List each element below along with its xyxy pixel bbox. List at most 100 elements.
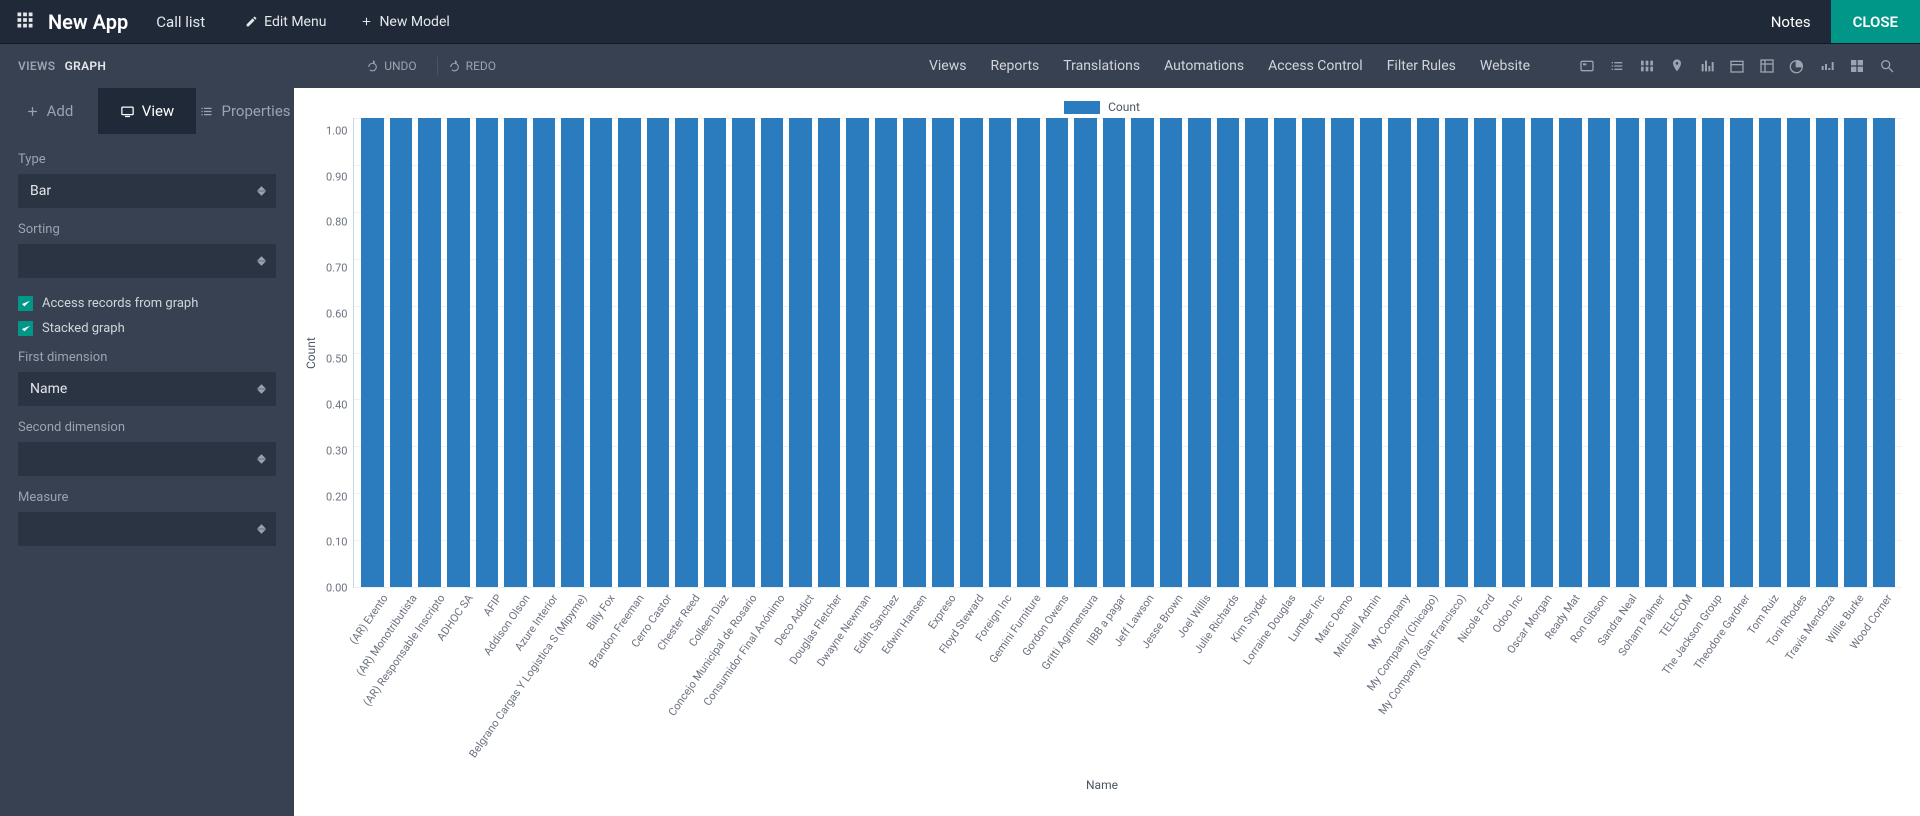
map-icon[interactable]	[1669, 58, 1685, 74]
bar[interactable]	[1103, 118, 1126, 587]
menu-access-control[interactable]: Access Control	[1268, 58, 1363, 74]
bar[interactable]	[590, 118, 613, 587]
bar[interactable]	[561, 118, 584, 587]
kanban-icon[interactable]	[1639, 58, 1655, 74]
crumb-views[interactable]: VIEWS	[18, 59, 55, 73]
bar[interactable]	[1588, 118, 1611, 587]
bar[interactable]	[1360, 118, 1383, 587]
bar[interactable]	[818, 118, 841, 587]
graph-icon[interactable]	[1699, 58, 1715, 74]
tab-add[interactable]: Add	[0, 88, 98, 134]
bar[interactable]	[1531, 118, 1554, 587]
bar[interactable]	[960, 118, 983, 587]
notes-button[interactable]: Notes	[1751, 0, 1831, 43]
bar[interactable]	[647, 118, 670, 587]
bar[interactable]	[1302, 118, 1325, 587]
bar[interactable]	[1188, 118, 1211, 587]
bar[interactable]	[1787, 118, 1810, 587]
bar[interactable]	[1702, 118, 1725, 587]
bar[interactable]	[533, 118, 556, 587]
bar[interactable]	[418, 118, 441, 587]
bar[interactable]	[361, 118, 384, 587]
bar[interactable]	[1017, 118, 1040, 587]
bar[interactable]	[390, 118, 413, 587]
chart-legend[interactable]: Count	[302, 100, 1902, 114]
stacked-graph-checkbox[interactable]: Stacked graph	[18, 321, 276, 336]
topbar: New App Call list Edit Menu New Model No…	[0, 0, 1920, 44]
bar[interactable]	[903, 118, 926, 587]
access-records-checkbox[interactable]: Access records from graph	[18, 296, 276, 311]
bar[interactable]	[846, 118, 869, 587]
bar[interactable]	[1559, 118, 1582, 587]
bar[interactable]	[1046, 118, 1069, 587]
menu-filter-rules[interactable]: Filter Rules	[1387, 58, 1456, 74]
bar[interactable]	[1844, 118, 1867, 587]
bar[interactable]	[1245, 118, 1268, 587]
second-dimension-select[interactable]	[18, 442, 276, 476]
redo-button[interactable]: REDO	[448, 59, 496, 73]
new-model-button[interactable]: New Model	[360, 14, 449, 30]
bar[interactable]	[1873, 118, 1896, 587]
plot-area[interactable]	[353, 118, 1902, 588]
bar[interactable]	[504, 118, 527, 587]
apps-icon[interactable]	[16, 11, 48, 33]
menu-website[interactable]: Website	[1480, 58, 1530, 74]
bar[interactable]	[618, 118, 641, 587]
bar[interactable]	[1131, 118, 1154, 587]
bar[interactable]	[1074, 118, 1097, 587]
bar[interactable]	[1502, 118, 1525, 587]
bar[interactable]	[1730, 118, 1753, 587]
bar[interactable]	[675, 118, 698, 587]
calendar-icon[interactable]	[1729, 58, 1745, 74]
x-tick: Cerro Castor	[653, 588, 675, 788]
bar[interactable]	[1217, 118, 1240, 587]
bar[interactable]	[476, 118, 499, 587]
measure-select[interactable]	[18, 512, 276, 546]
tab-properties[interactable]: Properties	[196, 88, 294, 134]
undo-button[interactable]: UNDO	[366, 59, 416, 73]
menu-views[interactable]: Views	[929, 58, 967, 74]
x-tick: TELECOM	[1674, 588, 1696, 788]
bar[interactable]	[447, 118, 470, 587]
bar[interactable]	[1331, 118, 1354, 587]
y-axis-title: Count	[302, 118, 320, 588]
edit-menu-button[interactable]: Edit Menu	[245, 14, 326, 30]
list-icon[interactable]	[1609, 58, 1625, 74]
bar[interactable]	[761, 118, 784, 587]
tab-view[interactable]: View	[98, 88, 196, 134]
menu-automations[interactable]: Automations	[1164, 58, 1244, 74]
bar[interactable]	[1160, 118, 1183, 587]
grid-icon[interactable]	[1849, 58, 1865, 74]
bar[interactable]	[875, 118, 898, 587]
first-dimension-select[interactable]: Name	[18, 372, 276, 406]
bar[interactable]	[932, 118, 955, 587]
bar[interactable]	[1759, 118, 1782, 587]
bar[interactable]	[1645, 118, 1668, 587]
search-icon[interactable]	[1879, 58, 1895, 74]
menu-reports[interactable]: Reports	[990, 58, 1039, 74]
bar[interactable]	[1816, 118, 1839, 587]
pivot-icon[interactable]	[1759, 58, 1775, 74]
type-select[interactable]: Bar	[18, 174, 276, 208]
close-button[interactable]: CLOSE	[1831, 0, 1920, 43]
bar[interactable]	[1388, 118, 1411, 587]
bar[interactable]	[1673, 118, 1696, 587]
bar[interactable]	[1616, 118, 1639, 587]
bar[interactable]	[704, 118, 727, 587]
form-view-icon[interactable]	[1579, 58, 1595, 74]
menu-translations[interactable]: Translations	[1063, 58, 1140, 74]
dashboard-icon[interactable]	[1789, 58, 1805, 74]
cohort-icon[interactable]	[1819, 58, 1835, 74]
page-title[interactable]: Call list	[156, 13, 205, 31]
sorting-select[interactable]	[18, 244, 276, 278]
bar[interactable]	[1274, 118, 1297, 587]
bar[interactable]	[732, 118, 755, 587]
x-tick: (AR) Responsable Inscripto	[426, 588, 448, 788]
bar[interactable]	[789, 118, 812, 587]
y-tick: 0.80	[326, 216, 347, 229]
bar[interactable]	[1417, 118, 1440, 587]
bar[interactable]	[1474, 118, 1497, 587]
bar[interactable]	[1445, 118, 1468, 587]
bar[interactable]	[989, 118, 1012, 587]
app-title[interactable]: New App	[48, 10, 128, 34]
